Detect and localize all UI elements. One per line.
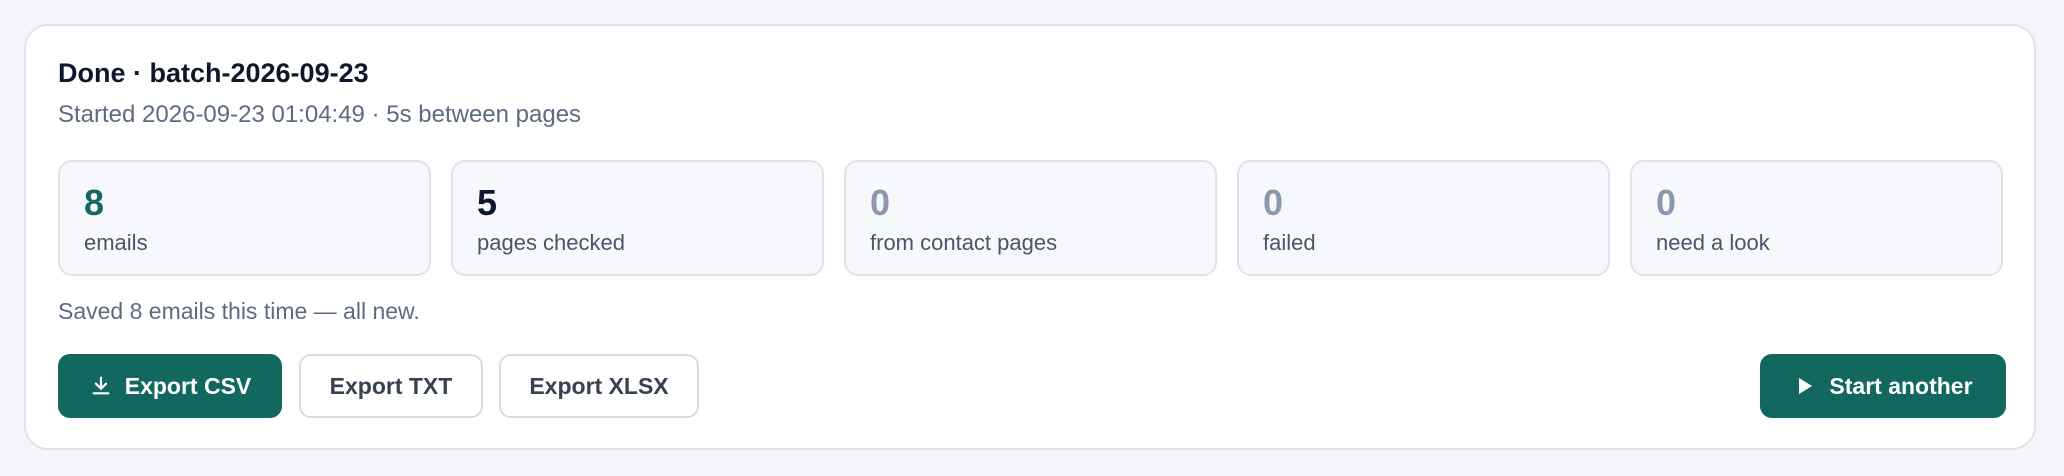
stat-emails-label: emails bbox=[84, 230, 148, 255]
export-txt-label: Export TXT bbox=[329, 372, 453, 399]
stat-pages-checked-label: pages checked bbox=[477, 230, 625, 255]
start-another-button[interactable]: Start another bbox=[1760, 354, 2006, 418]
stat-failed-value: 0 bbox=[1263, 182, 1284, 223]
stat-contact-pages: 0 from contact pages bbox=[844, 160, 1217, 276]
saved-note: Saved 8 emails this time — all new. bbox=[58, 298, 420, 324]
export-xlsx-button[interactable]: Export XLSX bbox=[499, 354, 699, 418]
stat-failed-label: failed bbox=[1263, 230, 1316, 255]
stat-emails: 8 emails bbox=[58, 160, 431, 276]
stat-contact-pages-value: 0 bbox=[870, 182, 891, 223]
stat-need-a-look-label: need a look bbox=[1656, 230, 1770, 255]
export-csv-label: Export CSV bbox=[124, 372, 252, 399]
start-another-label: Start another bbox=[1829, 372, 1973, 399]
stat-contact-pages-label: from contact pages bbox=[870, 230, 1058, 255]
stat-failed: 0 failed bbox=[1237, 160, 1610, 276]
run-subtitle: Started 2026-09-23 01:04:49 · 5s between… bbox=[58, 101, 582, 128]
run-title: Done · batch-2026-09-23 bbox=[58, 58, 369, 88]
stat-need-a-look-value: 0 bbox=[1656, 182, 1677, 223]
stat-emails-value: 8 bbox=[84, 182, 105, 223]
export-txt-button[interactable]: Export TXT bbox=[299, 354, 483, 418]
play-icon bbox=[1793, 374, 1817, 398]
stat-pages-checked-value: 5 bbox=[477, 182, 498, 223]
export-csv-button[interactable]: Export CSV bbox=[58, 354, 282, 418]
stats-row: 8 emails 5 pages checked 0 from contact … bbox=[58, 160, 2003, 276]
download-icon bbox=[89, 374, 113, 398]
run-summary-card: Done · batch-2026-09-23 Started 2026-09-… bbox=[24, 24, 2036, 450]
export-xlsx-label: Export XLSX bbox=[529, 372, 669, 399]
stat-need-a-look: 0 need a look bbox=[1630, 160, 2003, 276]
stat-pages-checked: 5 pages checked bbox=[451, 160, 824, 276]
